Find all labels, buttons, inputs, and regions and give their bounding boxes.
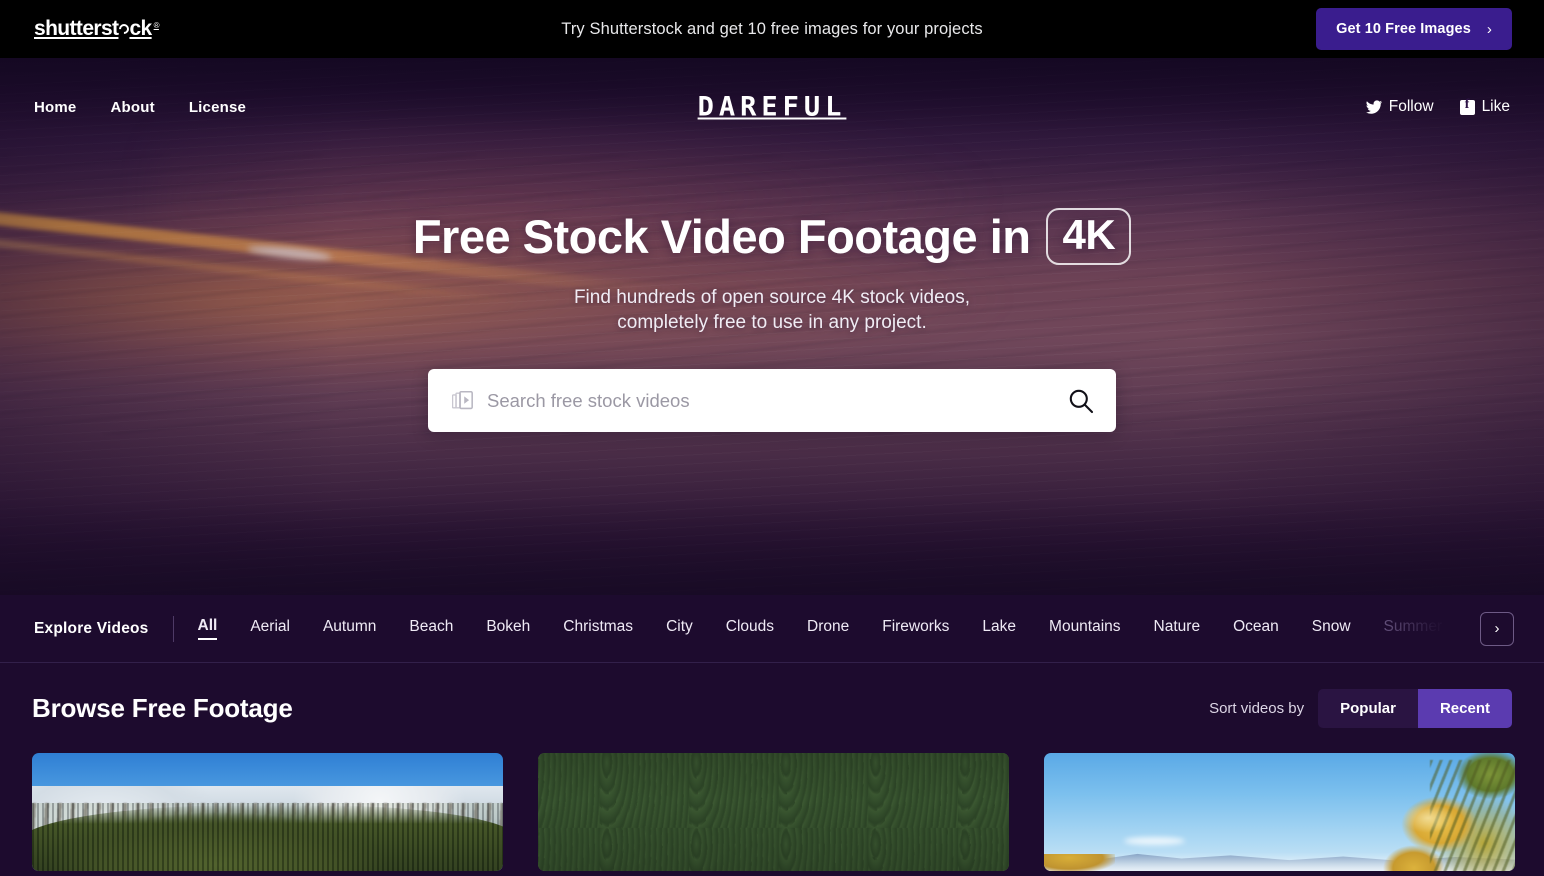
social-links: Follow Like [1365, 97, 1510, 116]
sort-recent-button[interactable]: Recent [1417, 688, 1512, 728]
nav-item-home[interactable]: Home [34, 99, 76, 116]
category-item-fireworks[interactable]: Fireworks [882, 618, 949, 639]
chevron-right-icon: › [1486, 20, 1492, 38]
video-card-3[interactable] [1044, 753, 1515, 871]
category-item-summer[interactable]: Summer [1384, 618, 1443, 639]
hero-subtitle-line-1: Find hundreds of open source 4K stock vi… [573, 287, 971, 308]
sort-popular-button[interactable]: Popular [1318, 688, 1418, 728]
promo-message: Try Shutterstock and get 10 free images … [561, 19, 983, 38]
resolution-badge-4k: 4K [1046, 208, 1132, 265]
shutterstock-logo[interactable]: shutterst ck ® [34, 17, 160, 41]
hero-title-text: Free Stock Video Footage in [412, 209, 1031, 263]
category-list[interactable]: All Aerial Autumn Beach Bokeh Christmas … [197, 617, 1510, 640]
video-grid [32, 753, 1515, 871]
category-item-clouds[interactable]: Clouds [726, 618, 774, 639]
shutterstock-promo-banner: shutterst ck ® Try Shutterstock and get … [0, 0, 1544, 58]
nav-item-about[interactable]: About [110, 99, 154, 116]
category-item-city[interactable]: City [666, 618, 693, 639]
category-item-lake[interactable]: Lake [982, 618, 1016, 639]
twitter-follow-label: Follow [1388, 98, 1434, 115]
site-header: Home About License DAREFUL Follow Like [0, 58, 1544, 156]
category-item-snow[interactable]: Snow [1312, 618, 1351, 639]
page-title: Free Stock Video Footage in 4K [0, 208, 1544, 265]
twitter-icon [1365, 99, 1382, 114]
main-navigation: Home About License [34, 99, 246, 116]
get-free-images-label: Get 10 Free Images [1336, 21, 1471, 37]
hero-subtitle: Find hundreds of open source 4K stock vi… [0, 285, 1544, 335]
category-item-drone[interactable]: Drone [807, 618, 849, 639]
browse-section: Browse Free Footage Sort videos by Popul… [0, 663, 1544, 871]
search-icon[interactable] [1068, 388, 1094, 414]
hero-content: Free Stock Video Footage in 4K Find hund… [0, 156, 1544, 433]
chevron-right-icon: › [1494, 620, 1500, 637]
browse-title: Browse Free Footage [32, 692, 293, 723]
twitter-follow-link[interactable]: Follow [1365, 98, 1434, 116]
nav-item-license[interactable]: License [189, 99, 246, 116]
category-item-bokeh[interactable]: Bokeh [486, 618, 530, 639]
category-item-christmas[interactable]: Christmas [563, 618, 633, 639]
facebook-icon [1459, 97, 1475, 115]
shutterstock-logo-text-after: ck [129, 17, 152, 40]
explore-videos-label: Explore Videos [34, 619, 149, 637]
search-bar[interactable] [428, 369, 1116, 433]
registered-mark: ® [153, 21, 160, 30]
search-input[interactable] [487, 389, 1068, 412]
sort-label: Sort videos by [1209, 699, 1305, 717]
category-item-aerial[interactable]: Aerial [250, 618, 290, 639]
explore-videos-bar: Explore Videos All Aerial Autumn Beach B… [0, 595, 1544, 663]
hero-subtitle-line-2: completely free to use in any project. [617, 312, 927, 334]
category-item-all[interactable]: All [197, 617, 218, 640]
video-icon [452, 391, 473, 410]
sort-toggle-group: Popular Recent [1318, 688, 1512, 728]
category-scroll-next-button[interactable]: › [1480, 611, 1514, 646]
category-item-nature[interactable]: Nature [1154, 618, 1201, 639]
category-item-beach[interactable]: Beach [409, 618, 453, 639]
hero-section: Home About License DAREFUL Follow Like F… [0, 58, 1544, 595]
video-card-1[interactable] [32, 753, 503, 871]
get-free-images-button[interactable]: Get 10 Free Images › [1316, 8, 1512, 50]
sort-controls: Sort videos by Popular Recent [1209, 688, 1512, 728]
facebook-like-label: Like [1481, 98, 1510, 115]
category-item-ocean[interactable]: Ocean [1233, 618, 1279, 639]
vertical-divider [172, 615, 174, 642]
shutterstock-logo-text-before: shutterst [34, 17, 119, 40]
video-card-2[interactable] [538, 753, 1009, 871]
dareful-logo[interactable]: DAREFUL [698, 92, 847, 123]
browse-header: Browse Free Footage Sort videos by Popul… [32, 663, 1512, 753]
facebook-like-link[interactable]: Like [1459, 97, 1510, 116]
category-item-autumn[interactable]: Autumn [323, 618, 376, 639]
category-item-mountains[interactable]: Mountains [1049, 618, 1121, 639]
